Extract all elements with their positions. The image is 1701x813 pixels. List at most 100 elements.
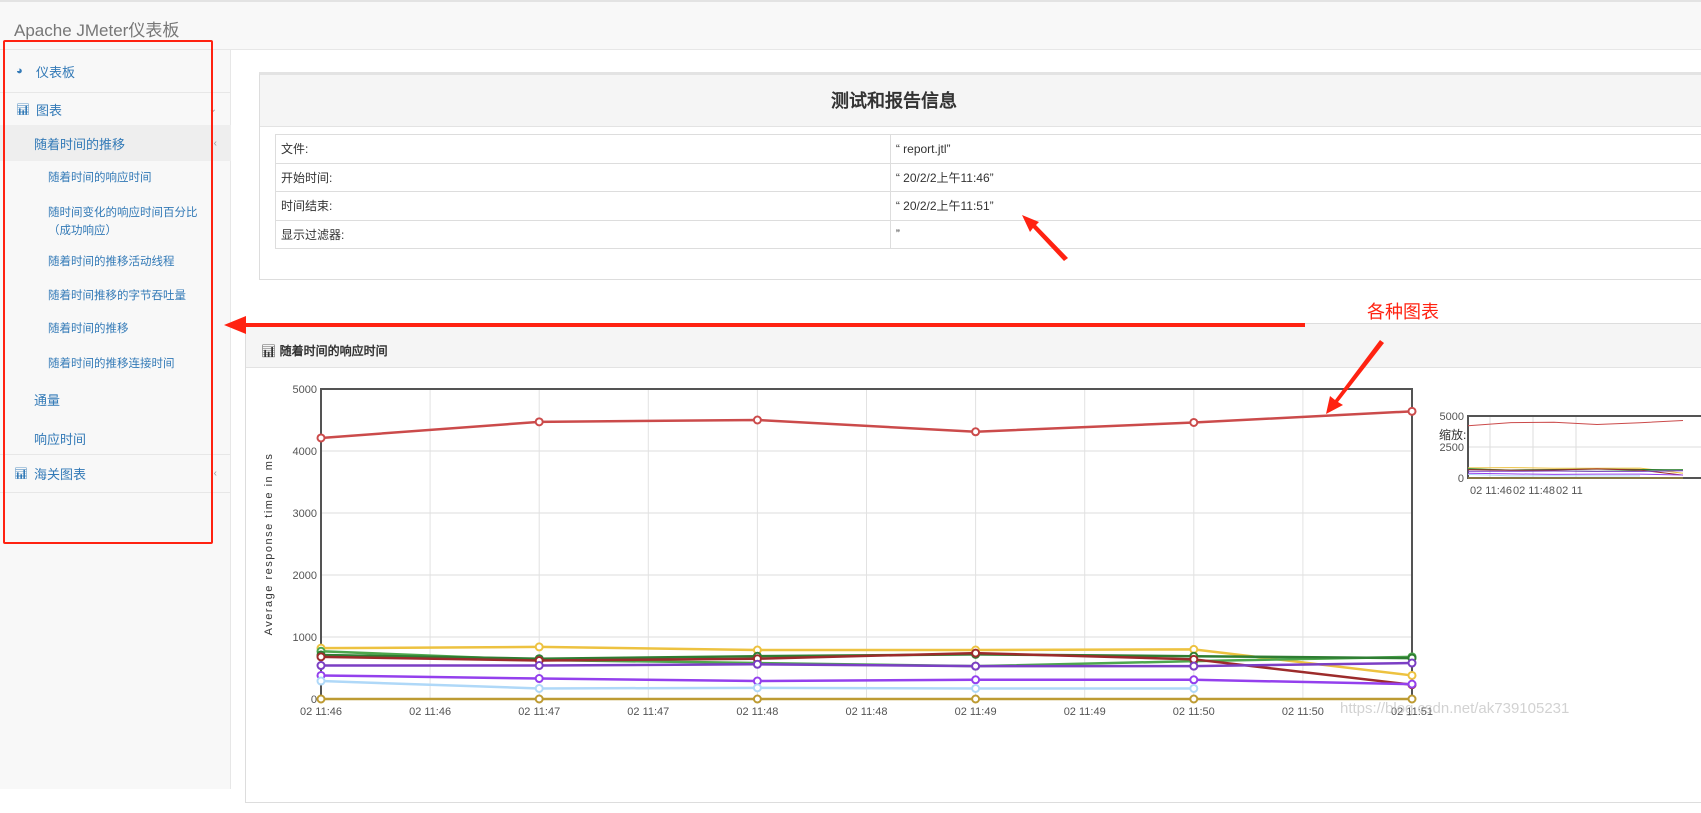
data-point xyxy=(972,663,979,670)
y-tick-label: 2000 xyxy=(293,570,317,582)
x-tick-label: 02 11:49 xyxy=(1064,706,1106,718)
row-key: 文件: xyxy=(276,135,891,164)
sidebar-item-over-time[interactable]: 随着时间的推移‹ xyxy=(0,125,231,161)
y-axis-label: Average response time in ms xyxy=(263,453,275,636)
sidebar-item-label: 随着时间的推移 xyxy=(48,320,129,338)
row-value: “ 20/2/2上午11:51” xyxy=(890,192,1701,221)
watermark: https://blog.csdn.net/ak739105231 xyxy=(1340,700,1569,717)
y-tick-label: 0 xyxy=(311,694,317,706)
data-point xyxy=(1409,408,1416,415)
row-key: 开始时间: xyxy=(276,163,891,192)
sidebar-item-label: 随着时间的推移 xyxy=(34,134,125,153)
data-point xyxy=(754,661,761,668)
sidebar-subitem[interactable]: 随着时间的推移连接时间 xyxy=(0,352,231,376)
x-tick-label: 02 11:48 xyxy=(845,706,887,718)
y-tick-label: 3000 xyxy=(293,508,317,520)
response-time-chart-panel: 📊︎ 随着时间的响应时间 01000200030004000500002 11:… xyxy=(245,323,1701,803)
data-point xyxy=(754,696,761,703)
sidebar-subitem[interactable]: 随着时间推移的字节吞吐量 xyxy=(0,284,231,308)
panel-title: 测试和报告信息 xyxy=(260,75,1701,127)
x-tick-label: 02 11:49 xyxy=(955,706,997,718)
chevron-down-icon: ⌄ xyxy=(209,104,217,115)
sidebar-subitem[interactable]: 随着时间的响应时间 xyxy=(0,166,231,190)
sidebar-item-label: 随着时间的响应时间 xyxy=(48,169,152,187)
sidebar-item-label: 随时间变化的响应时间百分比（成功响应） xyxy=(48,204,217,240)
overview-y-tick-label: 2500 xyxy=(1440,442,1464,454)
sidebar-item-label: 仪表板 xyxy=(36,62,75,81)
data-point xyxy=(536,643,543,650)
panel-title: 随着时间的响应时间 xyxy=(280,344,388,358)
data-point xyxy=(1190,419,1197,426)
sidebar-item-label: 随着时间的推移活动线程 xyxy=(48,253,175,271)
overview-series-line xyxy=(1468,471,1683,472)
overview-y-tick-label: 0 xyxy=(1458,473,1464,485)
sidebar-item-charts[interactable]: 📊︎ 图表 ⌄ xyxy=(0,93,231,126)
info-table: 文件:“ report.jtl” 开始时间:“ 20/2/2上午11:46” 时… xyxy=(275,134,1701,249)
row-key: 时间结束: xyxy=(276,192,891,221)
data-point xyxy=(972,650,979,657)
data-point xyxy=(318,653,325,660)
annotation-label: 各种图表 xyxy=(1367,298,1439,324)
data-point xyxy=(1190,676,1197,683)
bar-chart-icon: 📊︎ xyxy=(16,103,32,116)
x-tick-label: 02 11:46 xyxy=(300,706,342,718)
data-point xyxy=(754,417,761,424)
row-value: “ 20/2/2上午11:46” xyxy=(890,163,1701,192)
chevron-left-icon: ‹ xyxy=(214,468,217,479)
sidebar-item-response-times[interactable]: 响应时间 xyxy=(0,422,231,455)
sidebar-item-label: 图表 xyxy=(36,100,62,119)
response-time-chart[interactable]: 01000200030004000500002 11:4602 11:4602 … xyxy=(246,368,1701,808)
x-tick-label: 02 11:50 xyxy=(1173,706,1215,718)
x-tick-label: 02 11:47 xyxy=(627,706,669,718)
x-tick-label: 02 11:46 xyxy=(409,706,451,718)
data-point xyxy=(536,685,543,692)
data-point xyxy=(318,662,325,669)
test-report-info-panel: 测试和报告信息 文件:“ report.jtl” 开始时间:“ 20/2/2上午… xyxy=(259,72,1701,280)
sidebar-item-label: 通量 xyxy=(34,390,60,409)
row-value: “ report.jtl” xyxy=(890,135,1701,164)
data-point xyxy=(972,685,979,692)
sidebar-subitem[interactable]: 随时间变化的响应时间百分比（成功响应） xyxy=(0,202,231,242)
data-point xyxy=(754,684,761,691)
sidebar-item-dashboard[interactable]: ◕ 仪表板 xyxy=(0,50,231,93)
x-tick-label: 02 11:50 xyxy=(1282,706,1324,718)
data-point xyxy=(972,696,979,703)
bar-chart-icon: 📊︎ xyxy=(14,467,30,480)
data-point xyxy=(1190,696,1197,703)
table-row: 时间结束:“ 20/2/2上午11:51” xyxy=(276,192,1701,221)
bar-chart-icon: 📊︎ xyxy=(261,344,280,358)
sidebar-item-throughput[interactable]: 通量 xyxy=(0,386,231,412)
app-title[interactable]: Apache JMeter仪表板 xyxy=(14,16,179,41)
sidebar-subitem[interactable]: 随着时间的推移 xyxy=(0,317,231,341)
row-value: ” xyxy=(890,220,1701,249)
sidebar-item-label: 随着时间推移的字节吞吐量 xyxy=(48,287,186,305)
sidebar-subitem[interactable]: 随着时间的推移活动线程 xyxy=(0,250,231,274)
table-row: 显示过滤器:” xyxy=(276,220,1701,249)
x-tick-label: 02 11:48 xyxy=(736,706,778,718)
sidebar-item-custom-charts[interactable]: 📊︎ 海关图表 ‹ xyxy=(0,455,231,493)
y-tick-label: 4000 xyxy=(293,446,317,458)
row-key: 显示过滤器: xyxy=(276,220,891,249)
zoom-label: 缩放: xyxy=(1439,427,1466,442)
sidebar-item-label: 海关图表 xyxy=(34,464,86,483)
data-point xyxy=(1409,660,1416,667)
data-point xyxy=(536,662,543,669)
sidebar-item-label: 随着时间的推移连接时间 xyxy=(48,355,175,373)
data-point xyxy=(536,675,543,682)
data-point xyxy=(1409,681,1416,688)
data-point xyxy=(972,676,979,683)
data-point xyxy=(318,434,325,441)
overview-y-tick-label: 5000 xyxy=(1440,411,1464,423)
table-row: 文件:“ report.jtl” xyxy=(276,135,1701,164)
data-point xyxy=(318,696,325,703)
data-point xyxy=(318,678,325,685)
sidebar-item-label: 响应时间 xyxy=(34,429,86,448)
data-point xyxy=(536,418,543,425)
data-point xyxy=(1190,663,1197,670)
dashboard-icon: ◕ xyxy=(16,65,32,77)
data-point xyxy=(1190,685,1197,692)
data-point xyxy=(972,428,979,435)
panel-heading: 📊︎ 随着时间的响应时间 xyxy=(246,324,1701,368)
x-tick-label: 02 11:47 xyxy=(518,706,560,718)
data-point xyxy=(1409,672,1416,679)
